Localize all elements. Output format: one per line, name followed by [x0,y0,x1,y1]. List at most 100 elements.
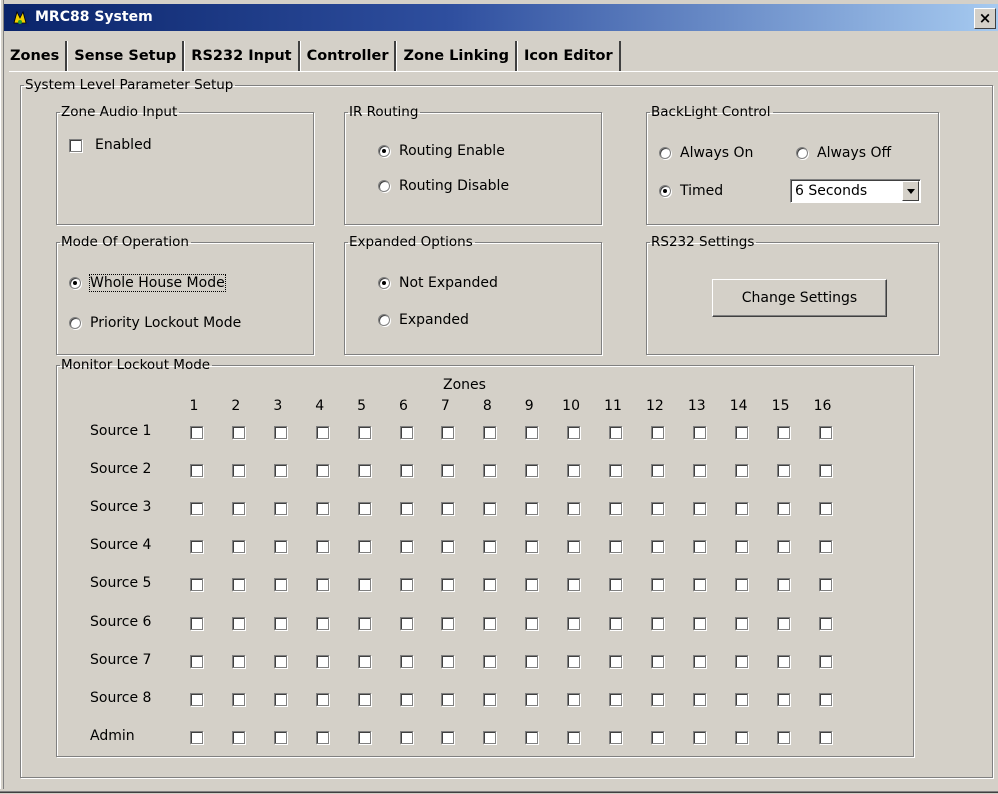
lockout-checkbox[interactable] [483,502,497,516]
tab-rs232-input[interactable]: RS232 Input [184,41,300,71]
lockout-checkbox[interactable] [483,540,497,554]
lockout-checkbox[interactable] [692,540,706,554]
lockout-checkbox[interactable] [692,426,706,439]
lockout-checkbox[interactable] [273,502,287,516]
radio-button[interactable] [69,277,81,289]
lockout-checkbox[interactable] [273,730,287,744]
lockout-checkbox[interactable] [231,540,245,554]
lockout-checkbox[interactable] [650,616,664,630]
lockout-checkbox[interactable] [818,464,832,478]
radio-button[interactable] [378,180,390,192]
lockout-checkbox[interactable] [273,464,287,478]
lockout-checkbox[interactable] [650,502,664,516]
lockout-checkbox[interactable] [567,502,581,516]
lockout-checkbox[interactable] [190,654,203,668]
lockout-checkbox[interactable] [567,692,581,706]
lockout-checkbox[interactable] [776,426,790,439]
lockout-checkbox[interactable] [315,616,329,630]
lockout-checkbox[interactable] [441,654,455,668]
lockout-checkbox[interactable] [399,654,413,668]
lockout-checkbox[interactable] [692,578,706,592]
checkbox-box[interactable] [69,138,82,152]
lockout-checkbox[interactable] [315,692,329,706]
priority-lockout-mode-radio[interactable]: Priority Lockout Mode [69,315,241,331]
lockout-checkbox[interactable] [231,654,245,668]
lockout-checkbox[interactable] [231,692,245,706]
lockout-checkbox[interactable] [734,540,748,554]
lockout-checkbox[interactable] [567,464,581,478]
lockout-checkbox[interactable] [273,654,287,668]
lockout-checkbox[interactable] [650,426,664,439]
lockout-checkbox[interactable] [692,692,706,706]
lockout-checkbox[interactable] [818,502,832,516]
lockout-checkbox[interactable] [441,692,455,706]
lockout-checkbox[interactable] [231,578,245,592]
lockout-checkbox[interactable] [692,502,706,516]
lockout-checkbox[interactable] [776,464,790,478]
lockout-checkbox[interactable] [734,464,748,478]
lockout-checkbox[interactable] [399,540,413,554]
always-off-radio[interactable]: Always Off [796,145,891,161]
lockout-checkbox[interactable] [734,730,748,744]
lockout-checkbox[interactable] [190,578,203,592]
lockout-checkbox[interactable] [525,730,539,744]
lockout-checkbox[interactable] [734,692,748,706]
lockout-checkbox[interactable] [525,540,539,554]
lockout-checkbox[interactable] [315,654,329,668]
not-expanded-radio[interactable]: Not Expanded [378,275,498,291]
lockout-checkbox[interactable] [734,578,748,592]
lockout-checkbox[interactable] [818,540,832,554]
lockout-checkbox[interactable] [315,730,329,744]
lockout-checkbox[interactable] [609,464,622,478]
lockout-checkbox[interactable] [692,730,706,744]
lockout-checkbox[interactable] [567,540,581,554]
lockout-checkbox[interactable] [190,616,203,630]
lockout-checkbox[interactable] [190,540,203,554]
lockout-checkbox[interactable] [190,464,203,478]
lockout-checkbox[interactable] [776,540,790,554]
lockout-checkbox[interactable] [483,730,497,744]
radio-button[interactable] [378,314,390,326]
lockout-checkbox[interactable] [357,654,371,668]
lockout-checkbox[interactable] [441,502,455,516]
lockout-checkbox[interactable] [734,502,748,516]
lockout-checkbox[interactable] [692,654,706,668]
radio-button[interactable] [659,147,671,159]
lockout-checkbox[interactable] [734,616,748,630]
lockout-checkbox[interactable] [525,654,539,668]
lockout-checkbox[interactable] [483,578,497,592]
lockout-checkbox[interactable] [190,502,203,516]
lockout-checkbox[interactable] [231,464,245,478]
lockout-checkbox[interactable] [818,578,832,592]
lockout-checkbox[interactable] [567,578,581,592]
lockout-checkbox[interactable] [441,464,455,478]
lockout-checkbox[interactable] [650,540,664,554]
radio-button[interactable] [659,185,671,197]
lockout-checkbox[interactable] [315,578,329,592]
lockout-checkbox[interactable] [567,426,581,439]
lockout-checkbox[interactable] [818,730,832,744]
zone-audio-enabled-checkbox[interactable]: Enabled [69,137,152,153]
lockout-checkbox[interactable] [692,616,706,630]
lockout-checkbox[interactable] [734,654,748,668]
tab-zone-linking[interactable]: Zone Linking [396,41,518,71]
lockout-checkbox[interactable] [609,654,622,668]
lockout-checkbox[interactable] [525,426,539,439]
tab-zones[interactable]: Zones [4,41,68,71]
whole-house-mode-radio[interactable]: Whole House Mode [69,274,226,292]
radio-button[interactable] [378,145,390,157]
lockout-checkbox[interactable] [650,578,664,592]
lockout-checkbox[interactable] [483,654,497,668]
lockout-checkbox[interactable] [776,502,790,516]
lockout-checkbox[interactable] [525,578,539,592]
lockout-checkbox[interactable] [357,464,371,478]
lockout-checkbox[interactable] [441,578,455,592]
lockout-checkbox[interactable] [441,730,455,744]
lockout-checkbox[interactable] [525,692,539,706]
lockout-checkbox[interactable] [818,616,832,630]
lockout-checkbox[interactable] [609,578,622,592]
chevron-down-icon[interactable] [902,181,919,201]
lockout-checkbox[interactable] [190,426,203,439]
lockout-checkbox[interactable] [734,426,748,439]
lockout-checkbox[interactable] [357,540,371,554]
